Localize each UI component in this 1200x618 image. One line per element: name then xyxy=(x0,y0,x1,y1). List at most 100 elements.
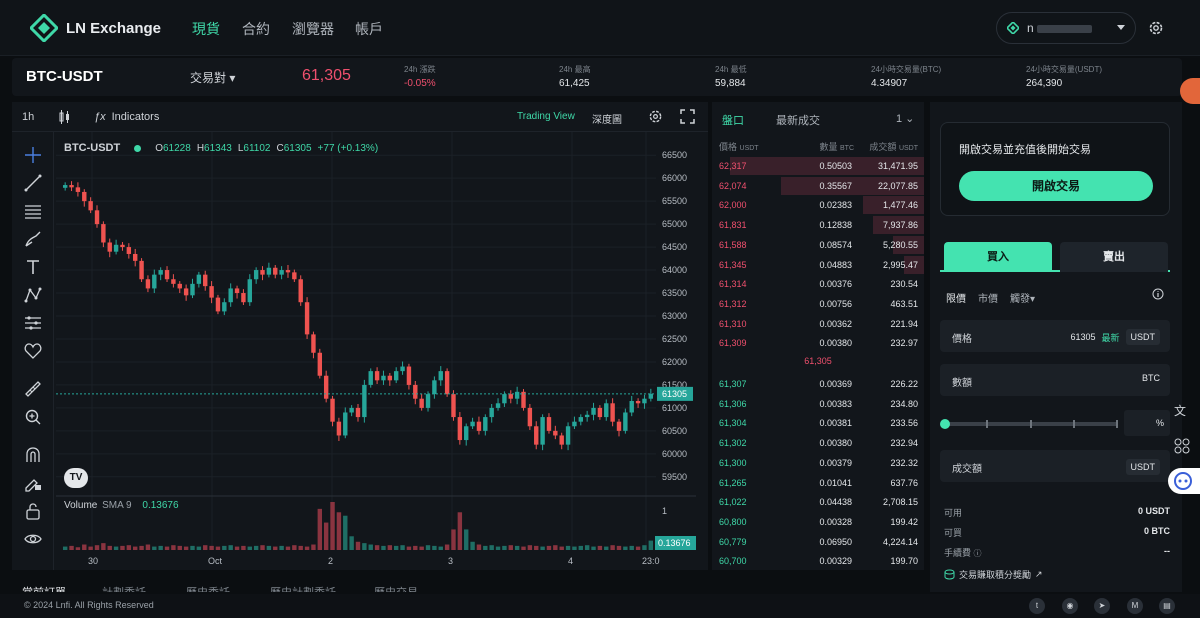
trendline-icon[interactable] xyxy=(24,174,42,192)
volume-bar xyxy=(483,545,488,550)
amount-input[interactable]: 數額 BTC xyxy=(940,364,1170,396)
text-tool-icon[interactable] xyxy=(24,258,42,276)
chart-settings-icon[interactable] xyxy=(648,109,663,124)
order-type-market[interactable]: 市價 xyxy=(978,290,998,305)
ask-row[interactable]: 61,345 0.04883 2,995.47 xyxy=(712,255,924,275)
buy-tab[interactable]: 買入 xyxy=(944,242,1052,272)
eye-icon[interactable] xyxy=(24,530,42,548)
precision-selector[interactable]: 1 ⌄ xyxy=(896,112,914,125)
sell-tab[interactable]: 賣出 xyxy=(1060,242,1168,272)
nav-account[interactable]: 帳戶 xyxy=(355,19,383,39)
candle-body xyxy=(546,417,552,431)
tab-plan-orders[interactable]: 計劃委託 xyxy=(102,584,146,592)
nav-spot[interactable]: 現貨 xyxy=(192,19,220,39)
ask-row[interactable]: 62,317 0.50503 31,471.95 xyxy=(712,156,924,176)
volume-bar xyxy=(584,545,590,550)
ask-row[interactable]: 61,312 0.00756 463.51 xyxy=(712,294,924,314)
medium-icon[interactable]: M xyxy=(1127,598,1143,614)
bid-row[interactable]: 61,300 0.00379 232.32 xyxy=(712,453,924,473)
interval-selector[interactable]: 1h xyxy=(22,111,34,123)
candle-body xyxy=(629,401,634,413)
brand-logo[interactable]: LN Exchange xyxy=(30,14,161,42)
price-unit: USDT xyxy=(1125,329,1160,345)
settings-gear-icon[interactable] xyxy=(1148,20,1164,36)
heart-icon[interactable] xyxy=(24,342,42,360)
bid-row[interactable]: 60,700 0.00329 199.70 xyxy=(712,551,924,571)
bid-row[interactable]: 60,800 0.00328 199.42 xyxy=(712,512,924,532)
slider-handle[interactable] xyxy=(940,419,950,429)
order-type-limit[interactable]: 限價 xyxy=(946,290,966,305)
candle-body xyxy=(508,394,513,399)
bid-total: 234.80 xyxy=(890,398,918,409)
ask-row[interactable]: 62,000 0.02383 1,477.46 xyxy=(712,195,924,215)
volume-bar xyxy=(101,543,106,550)
fx-icon: ƒx xyxy=(94,111,106,123)
magnet-icon[interactable] xyxy=(24,446,42,464)
crosshair-icon[interactable] xyxy=(24,146,42,164)
volume-bar xyxy=(495,546,501,550)
draw-lock-icon[interactable] xyxy=(24,474,42,492)
ask-row[interactable]: 61,314 0.00376 230.54 xyxy=(712,274,924,294)
brush-icon[interactable] xyxy=(24,230,42,248)
bid-row[interactable]: 61,307 0.00369 226.22 xyxy=(712,374,924,394)
bid-row[interactable]: 61,306 0.00383 234.80 xyxy=(712,394,924,414)
chat-bot-button[interactable] xyxy=(1168,468,1200,494)
candle-body xyxy=(483,417,488,431)
lock-icon[interactable] xyxy=(24,502,42,520)
bid-row[interactable]: 60,779 0.06950 4,224.14 xyxy=(712,532,924,552)
tab-recent-trades[interactable]: 最新成交 xyxy=(776,112,820,128)
pattern-icon[interactable] xyxy=(24,286,42,304)
ask-row[interactable]: 61,310 0.00362 221.94 xyxy=(712,314,924,334)
github-icon[interactable]: ◉ xyxy=(1062,598,1078,614)
price-input[interactable]: 價格 61305 最新 USDT xyxy=(940,320,1170,352)
fullscreen-icon[interactable] xyxy=(680,109,695,124)
amount-slider[interactable] xyxy=(940,419,1118,429)
bid-row[interactable]: 61,022 0.04438 2,708.15 xyxy=(712,492,924,512)
bid-qty: 0.04438 xyxy=(819,497,852,508)
twitter-icon[interactable]: t xyxy=(1029,598,1045,614)
tab-order-history[interactable]: 歷史委託 xyxy=(186,584,230,592)
nav-explorer[interactable]: 瀏覽器 xyxy=(292,19,334,39)
floating-assistant-button[interactable] xyxy=(1180,78,1200,104)
nav-futures[interactable]: 合約 xyxy=(242,19,270,39)
gitbook-icon[interactable]: ▤ xyxy=(1159,598,1175,614)
bid-row[interactable]: 61,304 0.00381 233.56 xyxy=(712,413,924,433)
total-input[interactable]: 成交額 USDT xyxy=(940,450,1170,482)
volume-bar xyxy=(285,546,291,550)
candle-body xyxy=(330,398,335,422)
tab-order-book[interactable]: 盤口 xyxy=(722,112,744,128)
indicators-button[interactable]: ƒx Indicators xyxy=(94,111,159,123)
ask-row[interactable]: 61,309 0.00380 232.97 xyxy=(712,333,924,353)
candle-body xyxy=(298,279,303,303)
tab-plan-history[interactable]: 歷史計劃委託 xyxy=(270,584,336,592)
ask-row[interactable]: 62,074 0.35567 22,077.85 xyxy=(712,176,924,196)
tradingview-toggle[interactable]: Trading View xyxy=(517,111,575,122)
candle-body xyxy=(444,371,450,395)
zoom-in-icon[interactable] xyxy=(24,408,42,426)
bid-row[interactable]: 61,302 0.00380 232.94 xyxy=(712,433,924,453)
pair-selector[interactable]: 交易對 ▾ xyxy=(190,69,235,86)
ask-row[interactable]: 61,588 0.08574 5,280.55 xyxy=(712,235,924,255)
ruler-icon[interactable] xyxy=(24,380,42,398)
prediction-icon[interactable] xyxy=(24,314,42,332)
telegram-icon[interactable]: ➤ xyxy=(1094,598,1110,614)
price-label: 價格 xyxy=(952,334,972,345)
tab-trade-history[interactable]: 歷史交易 xyxy=(374,584,418,592)
open-trading-button[interactable]: 開啟交易 xyxy=(959,171,1153,201)
volume-bar xyxy=(604,546,609,550)
translate-icon[interactable]: 文 xyxy=(1172,400,1192,420)
points-promo-link[interactable]: 交易賺取積分獎勵 ↗ xyxy=(944,568,1043,581)
order-type-trigger[interactable]: 觸發▾ xyxy=(1010,290,1035,305)
percent-input[interactable]: % xyxy=(1124,410,1170,436)
depth-chart-toggle[interactable]: 深度圖 xyxy=(592,111,622,126)
tab-open-orders[interactable]: 當前訂單 xyxy=(22,584,66,592)
account-dropdown[interactable]: n xyxy=(996,12,1136,44)
latest-price-button[interactable]: 最新 xyxy=(1101,331,1119,344)
stat-24h-low: 24h 最低 59,884 xyxy=(715,64,747,89)
ask-row[interactable]: 61,831 0.12838 7,937.86 xyxy=(712,215,924,235)
bid-row[interactable]: 61,265 0.01041 637.76 xyxy=(712,473,924,493)
apps-grid-icon[interactable] xyxy=(1172,436,1192,456)
info-icon[interactable] xyxy=(1152,288,1164,300)
horizontal-lines-icon[interactable] xyxy=(24,202,42,220)
candle-type-icon[interactable] xyxy=(58,110,70,124)
